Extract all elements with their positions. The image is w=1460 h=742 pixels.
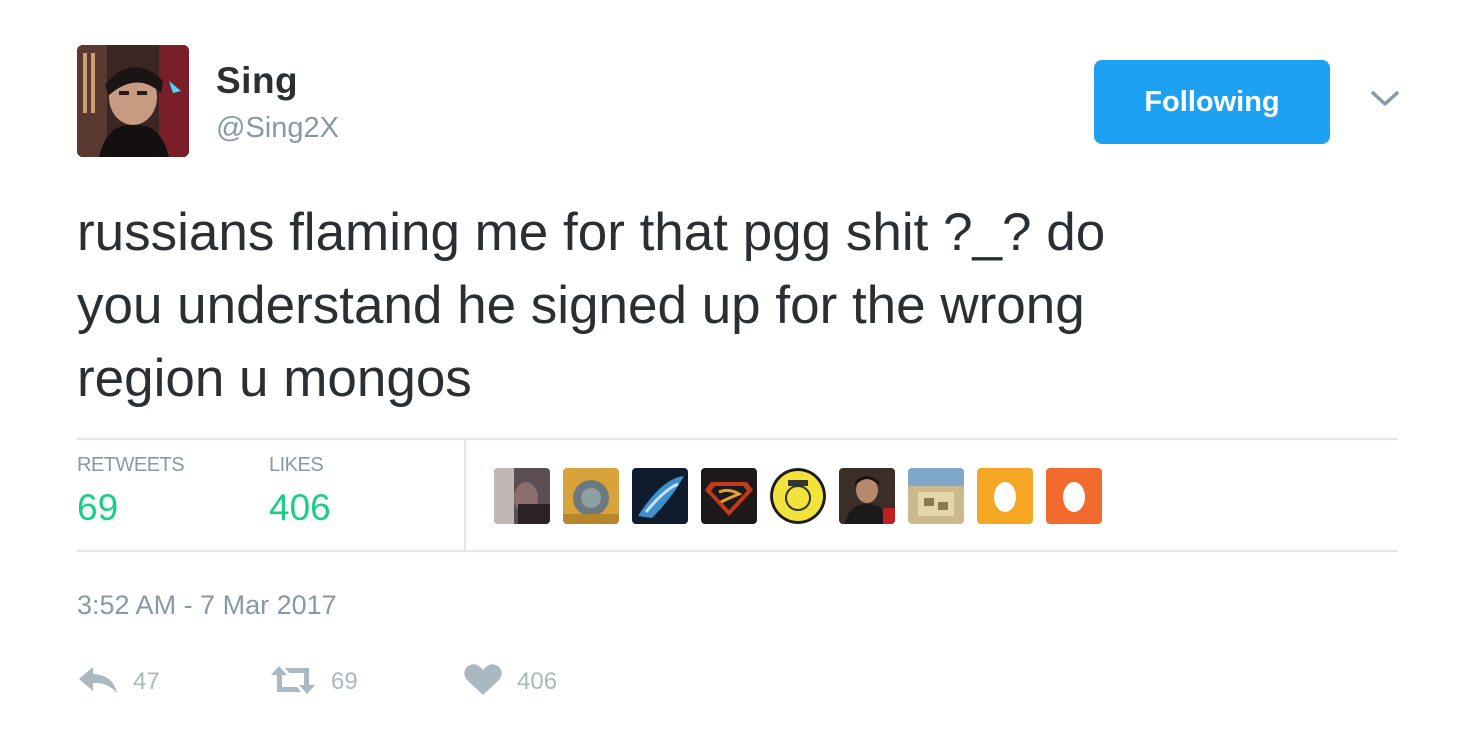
like-count: 406 <box>517 668 558 695</box>
reply-icon <box>77 663 119 702</box>
author-handle[interactable]: @Sing2X <box>216 112 339 145</box>
likes-stat[interactable]: LIKES 406 <box>269 454 331 529</box>
liker-avatar[interactable] <box>770 468 826 524</box>
retweet-count: 69 <box>331 668 358 695</box>
reply-count: 47 <box>133 668 160 695</box>
retweet-button[interactable]: 69 <box>269 660 358 704</box>
liker-avatar[interactable] <box>632 468 688 524</box>
liker-avatar[interactable] <box>977 468 1033 524</box>
tweet-card: Sing @Sing2X Following russians flaming … <box>0 0 1460 742</box>
tweet-text-line: russians flaming me for that pgg shit ?_… <box>77 203 1106 262</box>
likes-label: LIKES <box>269 454 324 476</box>
heart-icon <box>463 663 503 702</box>
author-name[interactable]: Sing <box>216 60 298 102</box>
liker-avatar[interactable] <box>701 468 757 524</box>
likers-avatars <box>494 468 1102 524</box>
stats-separator <box>464 440 466 550</box>
retweets-stat[interactable]: RETWEETS 69 <box>77 454 185 529</box>
following-button[interactable]: Following <box>1094 60 1330 144</box>
like-button[interactable]: 406 <box>463 660 557 704</box>
reply-button[interactable]: 47 <box>77 660 160 704</box>
liker-avatar[interactable] <box>1046 468 1102 524</box>
tweet-text: russians flaming me for that pgg shit ?_… <box>77 196 1397 415</box>
author-avatar[interactable] <box>77 45 189 157</box>
tweet-timestamp[interactable]: 3:52 AM - 7 Mar 2017 <box>77 590 337 621</box>
tweet-text-line: region u mongos <box>77 349 472 408</box>
liker-avatar[interactable] <box>908 468 964 524</box>
tweet-text-line: you understand he signed up for the wron… <box>77 276 1085 335</box>
likes-count: 406 <box>269 487 331 528</box>
stats-bottom-divider <box>77 550 1397 552</box>
retweet-icon <box>269 663 317 702</box>
retweets-count: 69 <box>77 487 119 528</box>
retweets-label: RETWEETS <box>77 454 185 476</box>
tweet-stats: RETWEETS 69 LIKES 406 <box>77 440 1397 550</box>
liker-avatar[interactable] <box>563 468 619 524</box>
chevron-down-icon[interactable] <box>1367 84 1403 114</box>
liker-avatar[interactable] <box>839 468 895 524</box>
liker-avatar[interactable] <box>494 468 550 524</box>
